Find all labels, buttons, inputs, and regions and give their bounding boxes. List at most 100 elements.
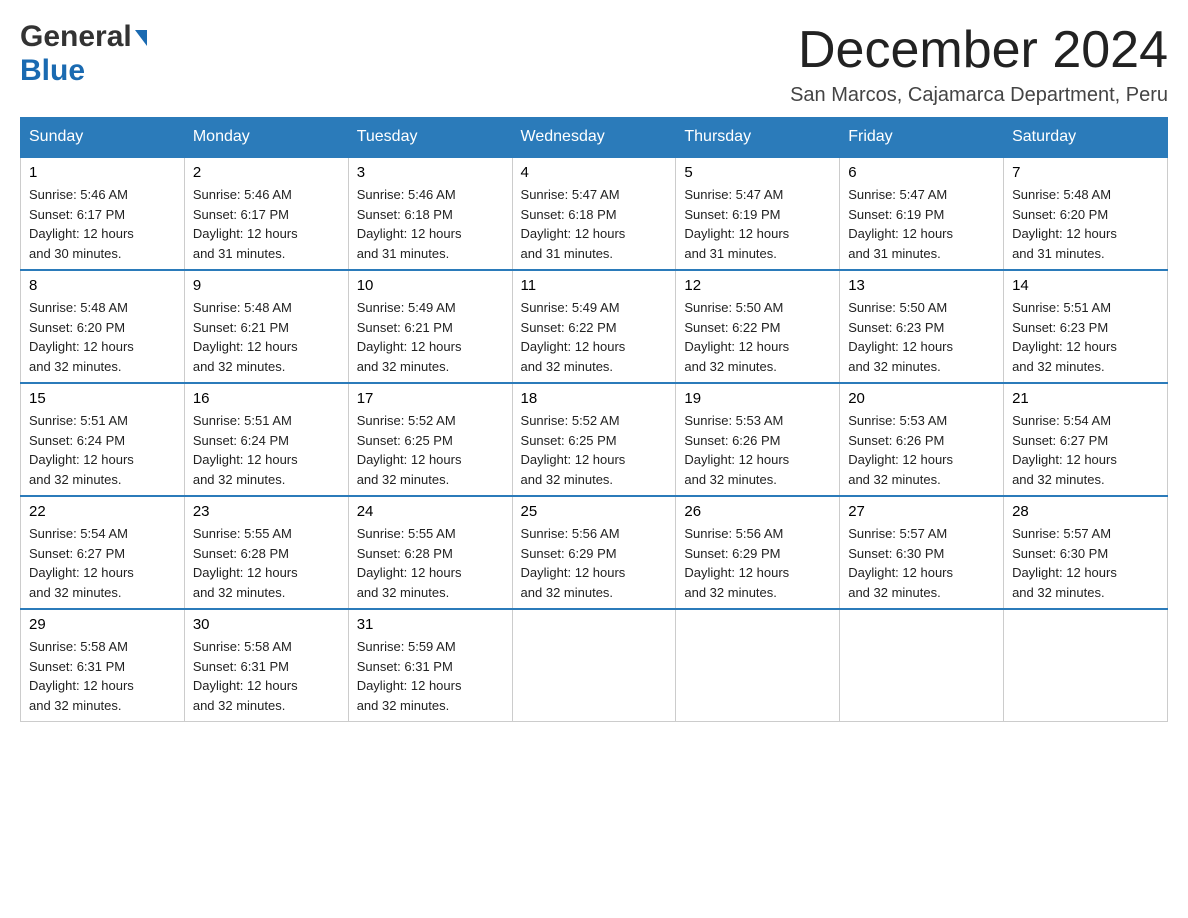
day-info: Sunrise: 5:57 AM Sunset: 6:30 PM Dayligh… (848, 524, 995, 602)
day-info: Sunrise: 5:58 AM Sunset: 6:31 PM Dayligh… (29, 637, 176, 715)
day-info: Sunrise: 5:51 AM Sunset: 6:24 PM Dayligh… (29, 411, 176, 489)
day-cell-26: 26 Sunrise: 5:56 AM Sunset: 6:29 PM Dayl… (676, 496, 840, 609)
location-text: San Marcos, Cajamarca Department, Peru (790, 84, 1168, 107)
day-info: Sunrise: 5:53 AM Sunset: 6:26 PM Dayligh… (684, 411, 831, 489)
day-number: 25 (521, 503, 668, 520)
day-info: Sunrise: 5:51 AM Sunset: 6:23 PM Dayligh… (1012, 298, 1159, 376)
month-title: December 2024 (790, 20, 1168, 80)
day-info: Sunrise: 5:56 AM Sunset: 6:29 PM Dayligh… (684, 524, 831, 602)
day-info: Sunrise: 5:52 AM Sunset: 6:25 PM Dayligh… (521, 411, 668, 489)
logo-top: General (20, 20, 147, 54)
week-row-3: 15 Sunrise: 5:51 AM Sunset: 6:24 PM Dayl… (21, 383, 1168, 496)
day-cell-27: 27 Sunrise: 5:57 AM Sunset: 6:30 PM Dayl… (840, 496, 1004, 609)
day-cell-31: 31 Sunrise: 5:59 AM Sunset: 6:31 PM Dayl… (348, 609, 512, 722)
day-cell-22: 22 Sunrise: 5:54 AM Sunset: 6:27 PM Dayl… (21, 496, 185, 609)
day-number: 4 (521, 164, 668, 181)
day-cell-17: 17 Sunrise: 5:52 AM Sunset: 6:25 PM Dayl… (348, 383, 512, 496)
day-info: Sunrise: 5:52 AM Sunset: 6:25 PM Dayligh… (357, 411, 504, 489)
day-cell-25: 25 Sunrise: 5:56 AM Sunset: 6:29 PM Dayl… (512, 496, 676, 609)
day-number: 5 (684, 164, 831, 181)
day-info: Sunrise: 5:55 AM Sunset: 6:28 PM Dayligh… (357, 524, 504, 602)
day-cell-13: 13 Sunrise: 5:50 AM Sunset: 6:23 PM Dayl… (840, 270, 1004, 383)
day-info: Sunrise: 5:48 AM Sunset: 6:20 PM Dayligh… (29, 298, 176, 376)
header-tuesday: Tuesday (348, 118, 512, 158)
header-wednesday: Wednesday (512, 118, 676, 158)
day-number: 18 (521, 390, 668, 407)
header-monday: Monday (184, 118, 348, 158)
empty-cell-w4-3 (512, 609, 676, 722)
day-info: Sunrise: 5:46 AM Sunset: 6:17 PM Dayligh… (193, 185, 340, 263)
title-section: December 2024 San Marcos, Cajamarca Depa… (790, 20, 1168, 107)
day-number: 26 (684, 503, 831, 520)
day-number: 15 (29, 390, 176, 407)
header-saturday: Saturday (1004, 118, 1168, 158)
day-cell-10: 10 Sunrise: 5:49 AM Sunset: 6:21 PM Dayl… (348, 270, 512, 383)
day-cell-15: 15 Sunrise: 5:51 AM Sunset: 6:24 PM Dayl… (21, 383, 185, 496)
week-row-5: 29 Sunrise: 5:58 AM Sunset: 6:31 PM Dayl… (21, 609, 1168, 722)
day-cell-20: 20 Sunrise: 5:53 AM Sunset: 6:26 PM Dayl… (840, 383, 1004, 496)
day-info: Sunrise: 5:49 AM Sunset: 6:22 PM Dayligh… (521, 298, 668, 376)
day-info: Sunrise: 5:49 AM Sunset: 6:21 PM Dayligh… (357, 298, 504, 376)
day-info: Sunrise: 5:57 AM Sunset: 6:30 PM Dayligh… (1012, 524, 1159, 602)
day-number: 31 (357, 616, 504, 633)
day-cell-8: 8 Sunrise: 5:48 AM Sunset: 6:20 PM Dayli… (21, 270, 185, 383)
day-info: Sunrise: 5:59 AM Sunset: 6:31 PM Dayligh… (357, 637, 504, 715)
day-info: Sunrise: 5:50 AM Sunset: 6:23 PM Dayligh… (848, 298, 995, 376)
logo-blue-text: Blue (20, 54, 85, 87)
day-number: 16 (193, 390, 340, 407)
day-number: 3 (357, 164, 504, 181)
logo-general-text: General (20, 20, 147, 53)
day-number: 30 (193, 616, 340, 633)
day-number: 20 (848, 390, 995, 407)
day-number: 23 (193, 503, 340, 520)
day-info: Sunrise: 5:58 AM Sunset: 6:31 PM Dayligh… (193, 637, 340, 715)
day-number: 9 (193, 277, 340, 294)
calendar-table: SundayMondayTuesdayWednesdayThursdayFrid… (20, 117, 1168, 722)
day-cell-7: 7 Sunrise: 5:48 AM Sunset: 6:20 PM Dayli… (1004, 157, 1168, 270)
day-number: 29 (29, 616, 176, 633)
header-sunday: Sunday (21, 118, 185, 158)
week-row-2: 8 Sunrise: 5:48 AM Sunset: 6:20 PM Dayli… (21, 270, 1168, 383)
empty-cell-w4-5 (840, 609, 1004, 722)
day-number: 6 (848, 164, 995, 181)
day-number: 28 (1012, 503, 1159, 520)
day-number: 2 (193, 164, 340, 181)
day-cell-29: 29 Sunrise: 5:58 AM Sunset: 6:31 PM Dayl… (21, 609, 185, 722)
day-cell-30: 30 Sunrise: 5:58 AM Sunset: 6:31 PM Dayl… (184, 609, 348, 722)
day-info: Sunrise: 5:54 AM Sunset: 6:27 PM Dayligh… (1012, 411, 1159, 489)
logo-bottom: Blue (20, 54, 85, 88)
day-cell-4: 4 Sunrise: 5:47 AM Sunset: 6:18 PM Dayli… (512, 157, 676, 270)
day-info: Sunrise: 5:54 AM Sunset: 6:27 PM Dayligh… (29, 524, 176, 602)
day-cell-1: 1 Sunrise: 5:46 AM Sunset: 6:17 PM Dayli… (21, 157, 185, 270)
day-number: 22 (29, 503, 176, 520)
day-info: Sunrise: 5:48 AM Sunset: 6:21 PM Dayligh… (193, 298, 340, 376)
week-row-4: 22 Sunrise: 5:54 AM Sunset: 6:27 PM Dayl… (21, 496, 1168, 609)
logo: General Blue (20, 20, 147, 88)
header-friday: Friday (840, 118, 1004, 158)
day-number: 19 (684, 390, 831, 407)
empty-cell-w4-6 (1004, 609, 1168, 722)
day-cell-11: 11 Sunrise: 5:49 AM Sunset: 6:22 PM Dayl… (512, 270, 676, 383)
week-row-1: 1 Sunrise: 5:46 AM Sunset: 6:17 PM Dayli… (21, 157, 1168, 270)
day-cell-2: 2 Sunrise: 5:46 AM Sunset: 6:17 PM Dayli… (184, 157, 348, 270)
empty-cell-w4-4 (676, 609, 840, 722)
day-number: 12 (684, 277, 831, 294)
header-thursday: Thursday (676, 118, 840, 158)
page-header: General Blue December 2024 San Marcos, C… (20, 20, 1168, 107)
day-cell-12: 12 Sunrise: 5:50 AM Sunset: 6:22 PM Dayl… (676, 270, 840, 383)
day-info: Sunrise: 5:48 AM Sunset: 6:20 PM Dayligh… (1012, 185, 1159, 263)
day-number: 27 (848, 503, 995, 520)
day-number: 7 (1012, 164, 1159, 181)
day-cell-9: 9 Sunrise: 5:48 AM Sunset: 6:21 PM Dayli… (184, 270, 348, 383)
day-info: Sunrise: 5:51 AM Sunset: 6:24 PM Dayligh… (193, 411, 340, 489)
day-info: Sunrise: 5:47 AM Sunset: 6:19 PM Dayligh… (848, 185, 995, 263)
day-info: Sunrise: 5:50 AM Sunset: 6:22 PM Dayligh… (684, 298, 831, 376)
day-info: Sunrise: 5:46 AM Sunset: 6:18 PM Dayligh… (357, 185, 504, 263)
day-number: 10 (357, 277, 504, 294)
day-cell-6: 6 Sunrise: 5:47 AM Sunset: 6:19 PM Dayli… (840, 157, 1004, 270)
day-cell-23: 23 Sunrise: 5:55 AM Sunset: 6:28 PM Dayl… (184, 496, 348, 609)
day-cell-21: 21 Sunrise: 5:54 AM Sunset: 6:27 PM Dayl… (1004, 383, 1168, 496)
day-info: Sunrise: 5:46 AM Sunset: 6:17 PM Dayligh… (29, 185, 176, 263)
day-info: Sunrise: 5:47 AM Sunset: 6:19 PM Dayligh… (684, 185, 831, 263)
day-info: Sunrise: 5:53 AM Sunset: 6:26 PM Dayligh… (848, 411, 995, 489)
